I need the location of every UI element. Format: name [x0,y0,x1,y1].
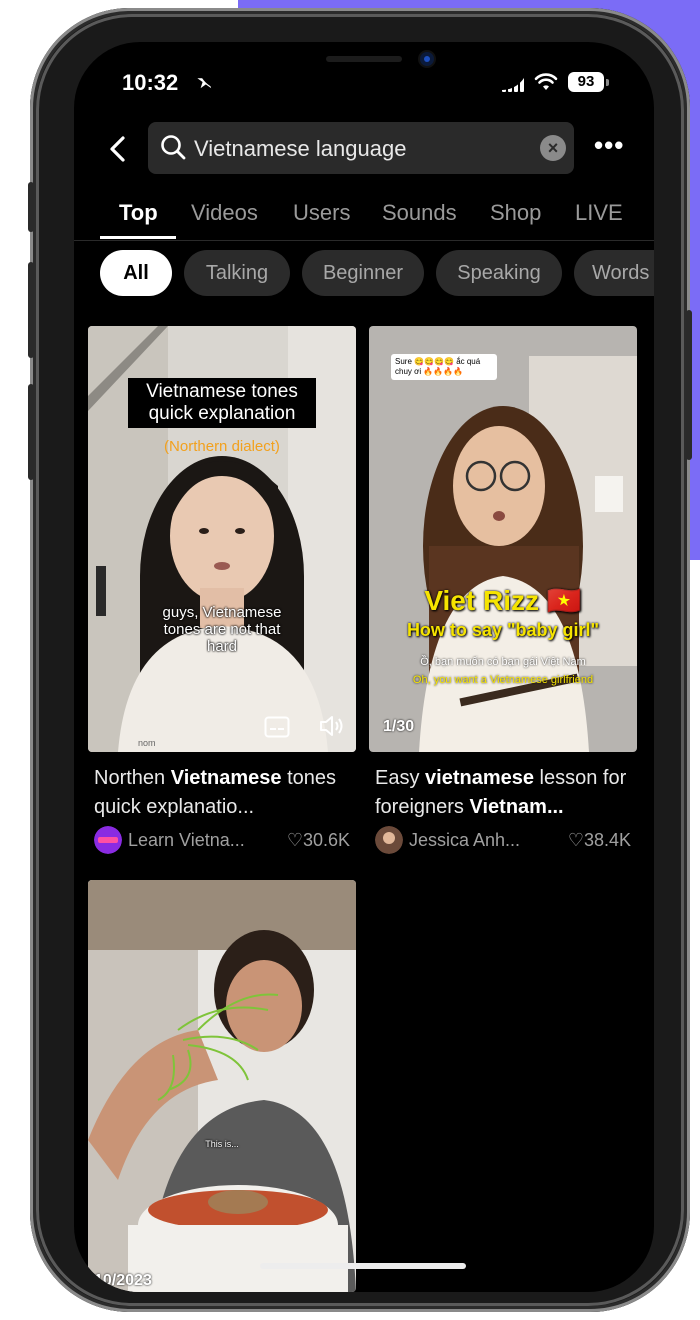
tab-sounds[interactable]: Sounds [382,200,457,226]
video-thumbnail[interactable]: This is... 10/2023 [88,880,356,1292]
video-thumbnail[interactable]: nom Vietnamese tones quick explanation (… [88,326,356,752]
overlay-title: Viet Rizz 🇻🇳 [424,585,582,616]
video-date: 10/2023 [94,1272,152,1289]
earpiece [326,56,402,62]
video-caption[interactable]: Northen Vietnamese tones quick explanati… [94,764,356,822]
overlay-subtitle: (Northern dialect) [164,438,280,455]
filter-chips: All Talking Beginner Speaking Words [74,250,654,300]
status-time: 10:32 [122,70,179,95]
video-card[interactable]: nom Vietnamese tones quick explanation (… [88,326,356,866]
overlay-title: Vietnamese tones quick explanation [128,378,316,428]
video-caption[interactable]: Easy vietnamese lesson for foreigners Vi… [375,764,637,822]
search-bar[interactable]: × [148,122,574,174]
reply-comment-sticker: Sure 😋😋😋😋 ắc quá chuy ơi 🔥🔥🔥🔥 [391,354,497,380]
video-meta: Learn Vietna... ♡30.6K [94,826,356,856]
battery-tip [606,79,609,86]
active-tab-indicator [100,236,176,239]
search-input[interactable] [194,136,524,162]
photo-counter: 1/30 [383,718,415,735]
back-button[interactable] [106,134,130,164]
notch [198,42,528,90]
search-tabs: Top Videos Users Sounds Shop LIVE [74,192,654,240]
captions-icon[interactable] [264,716,290,738]
volume-up-button [28,262,34,358]
search-icon [161,135,186,160]
front-camera [420,52,434,66]
video-meta: Jessica Anh... ♡38.4K [375,826,637,856]
heart-icon: ♡ [286,830,303,850]
tab-shop[interactable]: Shop [490,200,541,226]
author-name[interactable]: Learn Vietna... [128,830,245,851]
volume-down-button [28,384,34,480]
home-indicator[interactable] [260,1263,466,1269]
like-count: ♡30.6K [286,830,350,850]
like-count: ♡38.4K [567,830,631,850]
more-options-icon[interactable]: ••• [594,130,624,161]
phone-screen: 10:32 ★ 93 × ••• Top Videos Users Sounds… [74,42,654,1292]
thumbnail-image [88,880,356,1292]
overlay-subtitle: How to say "baby girl" [406,620,600,640]
chip-all[interactable]: All [100,250,172,296]
battery-level: 93 [568,72,604,92]
tabs-divider [74,240,654,241]
svg-text:nom: nom [138,738,156,748]
overlay-english-line: Oh, you want a Vietnamese girlfriend [412,674,594,686]
mute-switch [28,182,34,232]
tab-users[interactable]: Users [293,200,350,226]
wifi-icon [534,72,558,98]
tab-videos[interactable]: Videos [191,200,258,226]
video-card[interactable]: Sure 😋😋😋😋 ắc quá chuy ơi 🔥🔥🔥🔥 Viet Rizz … [369,326,637,866]
tab-top[interactable]: Top [119,200,158,226]
chip-talking[interactable]: Talking [184,250,290,296]
overlay-caption: This is... [205,1139,239,1149]
power-button [686,310,692,460]
tab-live[interactable]: LIVE [575,200,623,226]
heart-icon: ♡ [567,830,584,850]
thumbnail-image [369,326,637,752]
chip-words[interactable]: Words [574,250,654,296]
author-avatar[interactable] [94,826,122,854]
chevron-left-icon [110,136,125,162]
author-name[interactable]: Jessica Anh... [409,830,520,851]
video-thumbnail[interactable]: Sure 😋😋😋😋 ắc quá chuy ơi 🔥🔥🔥🔥 Viet Rizz … [369,326,637,752]
chip-speaking[interactable]: Speaking [436,250,562,296]
volume-icon[interactable] [318,714,346,738]
overlay-vietnamese-line: Ồ, bạn muốn có bạn gái Việt Nam [420,656,586,668]
video-card[interactable]: This is... 10/2023 [88,880,356,1292]
overlay-caption: guys, Vietnamese tones are not that hard [162,604,282,655]
clear-search-button[interactable]: × [540,135,566,161]
chip-beginner[interactable]: Beginner [302,250,424,296]
author-avatar[interactable] [375,826,403,854]
